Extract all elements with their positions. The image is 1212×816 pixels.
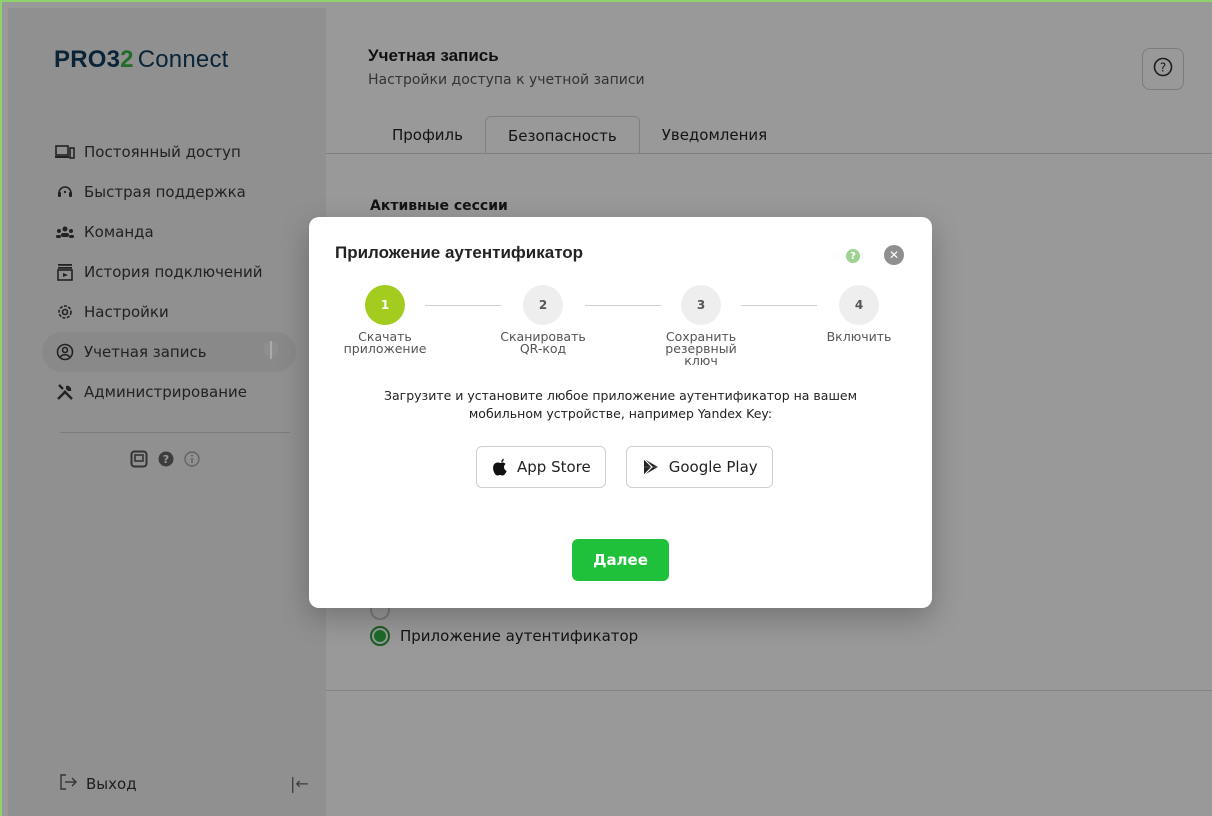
step-label: Включить: [826, 329, 892, 344]
gear-icon: [54, 301, 76, 323]
stepper: 1 Скачать приложение 2 Сканировать QR-ко…: [343, 285, 899, 385]
step-number: 2: [523, 285, 563, 325]
help-icon[interactable]: ?: [846, 249, 860, 263]
step-2: 2 Сканировать QR-код: [483, 285, 603, 355]
next-button[interactable]: Далее: [572, 539, 669, 581]
authenticator-modal: Приложение аутентификатор ? ✕ 1 Скачать …: [309, 217, 932, 608]
apple-icon: [491, 457, 509, 477]
step-4: 4 Включить: [799, 285, 919, 343]
user-icon: [54, 341, 76, 363]
team-icon: [54, 221, 76, 243]
google-play-button[interactable]: Google Play: [625, 446, 773, 488]
history-icon: [54, 261, 76, 283]
shield-icon: [262, 340, 280, 364]
app-store-button[interactable]: App Store: [476, 446, 606, 488]
store-buttons: App Store Google Play: [476, 446, 773, 488]
step-label: Сканировать QR-код: [500, 329, 586, 356]
close-icon[interactable]: ✕: [884, 245, 904, 265]
devices-icon: [54, 141, 76, 163]
step-label: Сохранить резервный ключ: [665, 329, 737, 368]
step-number: 3: [681, 285, 721, 325]
google-play-icon: [641, 457, 661, 477]
tools-icon: [54, 381, 76, 403]
headset-icon: [54, 181, 76, 203]
app-window: PRO32 Connect Постоянный доступ Быстрая п…: [0, 0, 1212, 816]
step-number: 1: [365, 285, 405, 325]
step-number: 4: [839, 285, 879, 325]
modal-title: Приложение аутентификатор: [335, 243, 584, 262]
step-1: 1 Скачать приложение: [325, 285, 445, 355]
step-3: 3 Сохранить резервный ключ: [641, 285, 761, 367]
modal-description: Загрузите и установите любое приложение …: [383, 388, 858, 421]
step-label: Скачать приложение: [343, 329, 427, 356]
